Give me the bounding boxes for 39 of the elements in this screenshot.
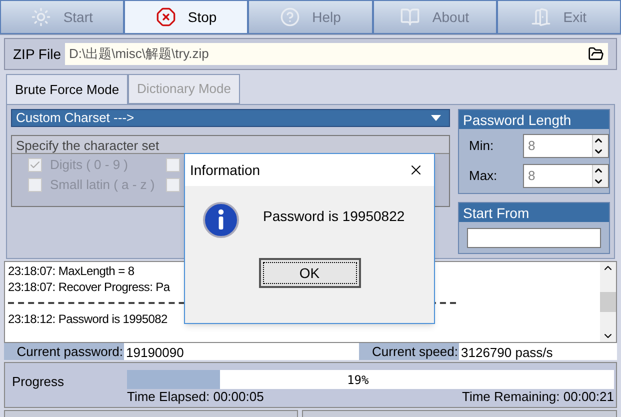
- spinner-buttons[interactable]: [592, 165, 608, 187]
- dialog-title: Information: [190, 160, 262, 180]
- book-icon: [400, 7, 420, 27]
- dialog-message: Password is 19950822: [263, 206, 405, 226]
- scrollbar[interactable]: [600, 262, 616, 342]
- max-label: Max:: [469, 167, 498, 186]
- toolbar-button[interactable]: Stop: [124, 0, 248, 34]
- group-title: Specify the character set: [12, 136, 449, 154]
- door-icon: [531, 7, 552, 27]
- panel-title: Password Length: [459, 110, 609, 129]
- current-password-label: Current password:: [16, 342, 124, 361]
- spinner-buttons[interactable]: [592, 135, 608, 157]
- current-speed-value: 3126790 pass/s: [459, 343, 617, 360]
- log-line: 23:18:07: MaxLength = 8: [8, 263, 134, 279]
- dropdown-arrow-icon: [431, 115, 441, 121]
- progress-label: Progress: [11, 373, 66, 391]
- folder-open-icon[interactable]: [588, 46, 604, 62]
- check-icon: [29, 159, 41, 171]
- current-speed-label: Current speed:: [371, 342, 459, 361]
- zip-file-label: ZIP File: [13, 44, 61, 64]
- zip-file-field[interactable]: D:\出题\misc\解题\try.zip: [64, 43, 608, 65]
- log-line: 23:18:07: Recover Progress: Pa: [8, 279, 170, 295]
- information-icon: [203, 202, 239, 238]
- charset-dropdown[interactable]: Custom Charset --->: [11, 109, 450, 127]
- max-value: 8: [527, 167, 536, 186]
- log-line: 23:18:12: Password is 1995082: [8, 311, 168, 327]
- panel-title: Start From: [459, 203, 609, 222]
- min-value: 8: [527, 137, 536, 156]
- help-icon: [280, 7, 300, 27]
- sun-icon: [31, 7, 52, 27]
- stop-icon: [156, 7, 176, 27]
- ok-button[interactable]: OK: [258, 258, 360, 288]
- current-password-value: 19190090: [124, 343, 359, 360]
- progress-percent: 19%: [347, 372, 369, 389]
- time-remaining: Time Remaining: 00:00:21: [462, 389, 614, 405]
- time-elapsed: Time Elapsed: 00:00:05: [127, 389, 264, 405]
- mode-tab[interactable]: Brute Force Mode: [6, 74, 128, 104]
- start-from-field[interactable]: [467, 228, 601, 248]
- min-label: Min:: [469, 137, 495, 156]
